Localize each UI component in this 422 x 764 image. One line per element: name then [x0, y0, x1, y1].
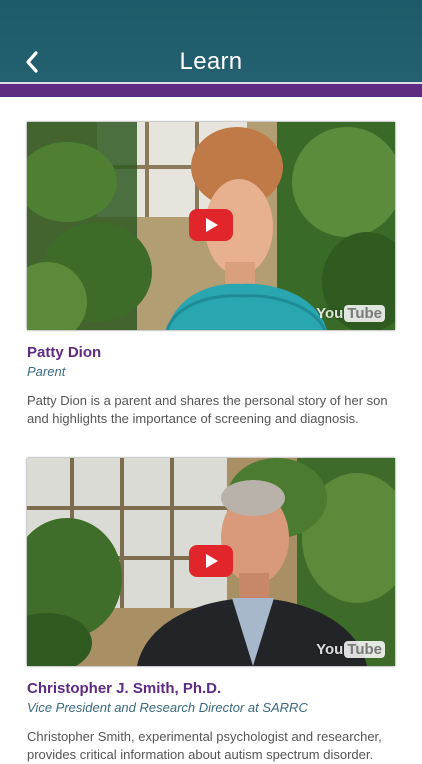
nav-header: Learn	[0, 0, 422, 82]
play-icon	[189, 209, 233, 241]
page-title: Learn	[179, 48, 243, 75]
youtube-logo: You Tube	[316, 305, 385, 322]
accent-bar	[0, 84, 422, 97]
play-button[interactable]	[189, 545, 233, 577]
speaker-role: Parent	[27, 364, 66, 379]
video-thumbnail[interactable]: You Tube	[27, 458, 395, 666]
speaker-name: Patty Dion	[27, 344, 102, 361]
video-card: You Tube Patty Dion Parent Patty Dion is …	[27, 122, 395, 428]
video-description: Patty Dion is a parent and shares the pe…	[27, 393, 388, 426]
play-button[interactable]	[189, 209, 233, 241]
speaker-name: Christopher J. Smith, Ph.D.	[27, 680, 222, 697]
play-icon	[189, 545, 233, 577]
video-card: You Tube Christopher J. Smith, Ph.D. Vice…	[27, 458, 395, 764]
speaker-role: Vice President and Research Director at …	[27, 700, 308, 715]
youtube-logo: You Tube	[316, 641, 385, 658]
video-thumbnail[interactable]: You Tube	[27, 122, 395, 330]
video-description: Christopher Smith, experimental psycholo…	[27, 729, 382, 762]
